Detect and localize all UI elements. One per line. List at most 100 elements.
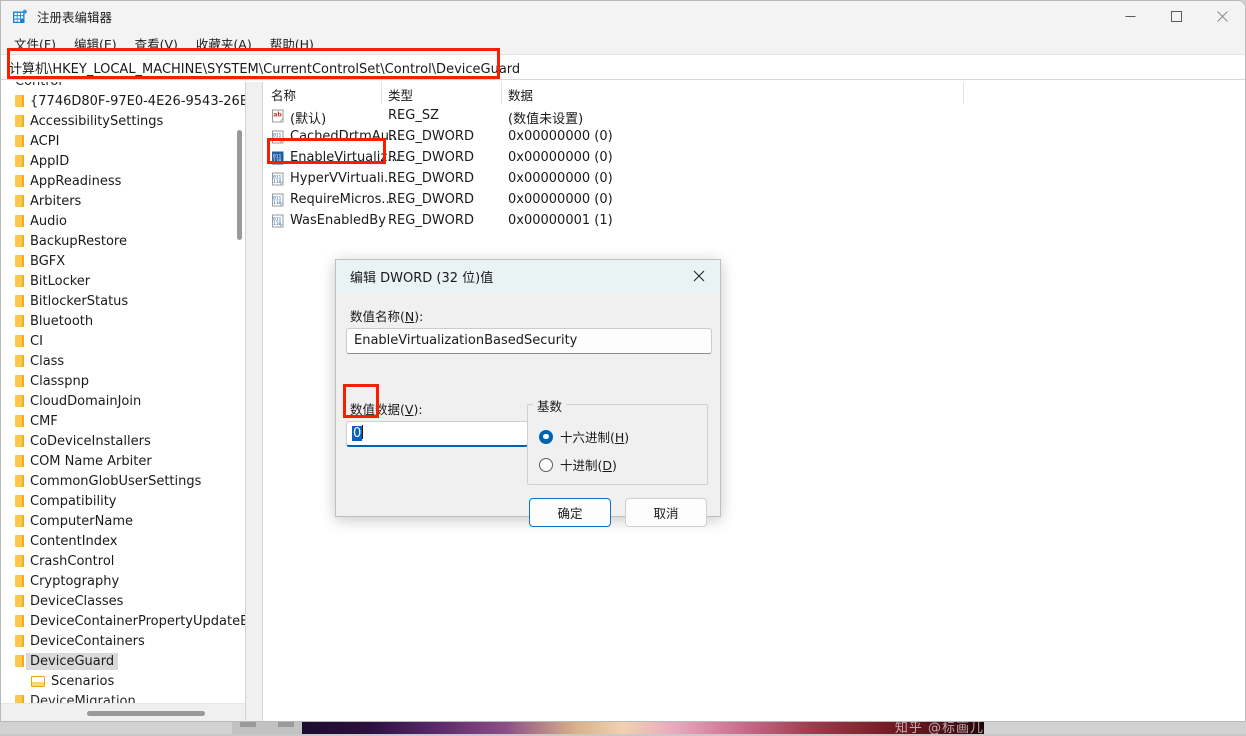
address-bar[interactable]: 计算机\HKEY_LOCAL_MACHINE\SYSTEM\CurrentCon…	[1, 54, 1245, 80]
tree-item[interactable]: Control	[1, 82, 245, 91]
close-icon[interactable]	[678, 260, 720, 292]
folder-icon	[15, 235, 24, 247]
tree-item[interactable]: AppReadiness	[1, 171, 245, 191]
column-header-name[interactable]: 名称	[271, 85, 296, 104]
column-divider[interactable]	[963, 82, 964, 104]
tree-item[interactable]: BitLocker	[1, 271, 245, 291]
tree-item[interactable]: BitlockerStatus	[1, 291, 245, 311]
value-data: 0x00000001 (1)	[508, 213, 613, 228]
tree-horizontal-scrollbar-track[interactable]	[1, 703, 245, 721]
tree-item-label: ACPI	[30, 133, 60, 149]
tree-item-label: COM Name Arbiter	[30, 453, 152, 469]
tree-item[interactable]: ComputerName	[1, 511, 245, 531]
value-data-input[interactable]: 0	[346, 421, 528, 447]
menu-view[interactable]: 查看(V)	[135, 34, 178, 53]
value-type: REG_DWORD	[388, 171, 474, 186]
tree-item-label: AccessibilitySettings	[30, 113, 164, 129]
menu-file[interactable]: 文件(F)	[14, 34, 56, 53]
tree-item[interactable]: DeviceGuard	[1, 651, 245, 671]
value-name-input[interactable]: EnableVirtualizationBasedSecurity	[346, 328, 712, 354]
folder-icon	[15, 455, 24, 467]
tree-horizontal-scrollbar-thumb[interactable]	[87, 711, 205, 716]
menu-edit[interactable]: 编辑(E)	[74, 34, 117, 53]
folder-icon	[15, 515, 24, 527]
tree-item-label: Class	[30, 353, 65, 369]
value-row[interactable]: 011 110 CachedDrtmAu... REG_DWORD 0x00000000…	[263, 127, 1245, 148]
tree-item-label: BitlockerStatus	[30, 293, 129, 309]
tree-item[interactable]: ACPI	[1, 131, 245, 151]
tree-item-label: CoDeviceInstallers	[30, 433, 151, 449]
value-row[interactable]: 011 110 HyperVVirtuali... REG_DWORD 0x000000…	[263, 169, 1245, 190]
value-row[interactable]: 011 110 WasEnabledBy REG_DWORD 0x00000001 (1…	[263, 211, 1245, 232]
tree-item[interactable]: Audio	[1, 211, 245, 231]
value-row[interactable]: 011 110 RequireMicros... REG_DWORD 0x0000000…	[263, 190, 1245, 211]
values-column-header[interactable]: 名称 类型 数据	[263, 82, 1245, 104]
tree-item[interactable]: ContentIndex	[1, 531, 245, 551]
tree-item[interactable]: Bluetooth	[1, 311, 245, 331]
svg-text:110: 110	[273, 200, 282, 206]
desktop-background: 知乎 @标画儿 注册表编辑器 文件(F) 编辑(E) 查看(V) 收藏夹(A) …	[0, 0, 1246, 736]
column-header-data[interactable]: 数据	[508, 85, 533, 104]
folder-icon	[15, 615, 24, 627]
menu-help[interactable]: 帮助(H)	[270, 34, 314, 53]
tree-item[interactable]: {7746D80F-97E0-4E26-9543-26B41FC2	[1, 91, 245, 111]
radio-decimal[interactable]: 十进制(D)	[539, 455, 617, 474]
column-divider[interactable]	[501, 82, 502, 104]
registry-editor-window: 注册表编辑器 文件(F) 编辑(E) 查看(V) 收藏夹(A) 帮助(H) 计算…	[0, 0, 1246, 722]
tree-item[interactable]: Class	[1, 351, 245, 371]
tree-item[interactable]: DeviceContainers	[1, 631, 245, 651]
tree-item[interactable]: Cryptography	[1, 571, 245, 591]
pane-splitter[interactable]	[245, 82, 263, 721]
tree-item[interactable]: CommonGlobUserSettings	[1, 471, 245, 491]
tree-item[interactable]: Arbiters	[1, 191, 245, 211]
minimize-button[interactable]	[1107, 1, 1153, 32]
tree-item[interactable]: CMF	[1, 411, 245, 431]
tree-item-label: Bluetooth	[30, 313, 94, 329]
tree-item[interactable]: BackupRestore	[1, 231, 245, 251]
value-row[interactable]: ab (默认) REG_SZ (数值未设置)	[263, 106, 1245, 127]
column-divider[interactable]	[381, 82, 382, 104]
cancel-button[interactable]: 取消	[625, 498, 707, 527]
tree-item[interactable]: DeviceContainerPropertyUpdateEvents	[1, 611, 245, 631]
tree-item-label: ContentIndex	[30, 533, 118, 549]
tree-item[interactable]: CoDeviceInstallers	[1, 431, 245, 451]
menu-favorites[interactable]: 收藏夹(A)	[196, 34, 252, 53]
tree-item-label: Control	[15, 82, 62, 89]
dword-value-icon: 011 110	[271, 172, 286, 187]
svg-text:110: 110	[273, 137, 282, 143]
tree-item[interactable]: COM Name Arbiter	[1, 451, 245, 471]
tree-item-label: Arbiters	[30, 193, 82, 209]
tree-item[interactable]: Compatibility	[1, 491, 245, 511]
ok-button[interactable]: 确定	[529, 498, 611, 527]
registry-editor-icon	[12, 9, 28, 25]
tree-item[interactable]: CI	[1, 331, 245, 351]
tree-item[interactable]: DeviceClasses	[1, 591, 245, 611]
value-type: REG_DWORD	[388, 150, 474, 165]
close-button[interactable]	[1199, 1, 1245, 32]
value-name-label: 数值名称(N):	[350, 309, 424, 324]
tree-item-label: DeviceClasses	[30, 593, 124, 609]
tree-item-label: DeviceGuard	[26, 652, 119, 670]
tree-item-label: BitLocker	[30, 273, 91, 289]
tree-item[interactable]: Scenarios	[1, 671, 245, 691]
dialog-title-bar[interactable]: 编辑 DWORD (32 位)值	[336, 260, 720, 292]
tree-item[interactable]: BGFX	[1, 251, 245, 271]
value-name: RequireMicros...	[290, 192, 394, 207]
maximize-button[interactable]	[1153, 1, 1199, 32]
column-header-type[interactable]: 类型	[388, 85, 413, 104]
base-group-legend: 基数	[533, 396, 567, 415]
radio-hexadecimal[interactable]: 十六进制(H)	[539, 427, 629, 446]
value-row[interactable]: 011 110 EnableVirtualiz... REG_DWORD 0x00000…	[263, 148, 1245, 169]
tree-item[interactable]: Classpnp	[1, 371, 245, 391]
tree-item[interactable]: AppID	[1, 151, 245, 171]
radio-hexadecimal-icon[interactable]	[539, 429, 553, 444]
window-title: 注册表编辑器	[37, 10, 113, 25]
registry-tree-pane[interactable]: Control {7746D80F-97E0-4E26-9543-26B41FC2…	[1, 82, 245, 721]
title-bar[interactable]: 注册表编辑器	[1, 1, 1245, 32]
tree-item[interactable]: AccessibilitySettings	[1, 111, 245, 131]
tree-item[interactable]: CloudDomainJoin	[1, 391, 245, 411]
dword-value-icon: 011 110	[271, 214, 286, 229]
radio-decimal-icon[interactable]	[539, 457, 553, 472]
tree-item[interactable]: CrashControl	[1, 551, 245, 571]
tree-vertical-scrollbar[interactable]	[237, 130, 242, 240]
